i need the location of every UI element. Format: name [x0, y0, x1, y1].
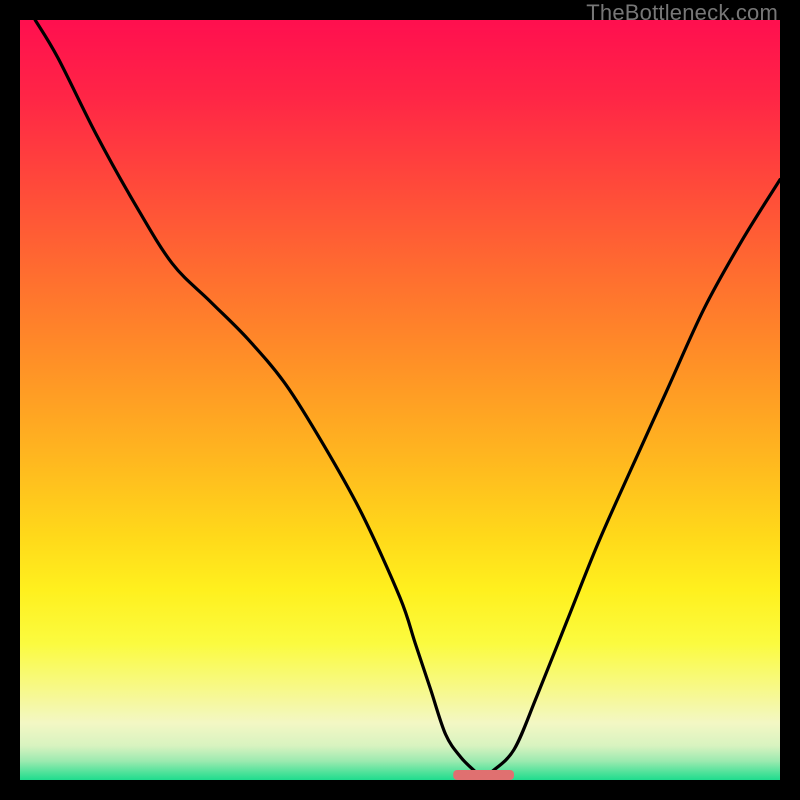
bottleneck-chart: [20, 20, 780, 780]
gradient-background: [20, 20, 780, 780]
chart-frame: TheBottleneck.com: [0, 0, 800, 800]
watermark-text: TheBottleneck.com: [586, 0, 778, 26]
optimal-marker: [453, 770, 514, 780]
plot-area: [20, 20, 780, 780]
